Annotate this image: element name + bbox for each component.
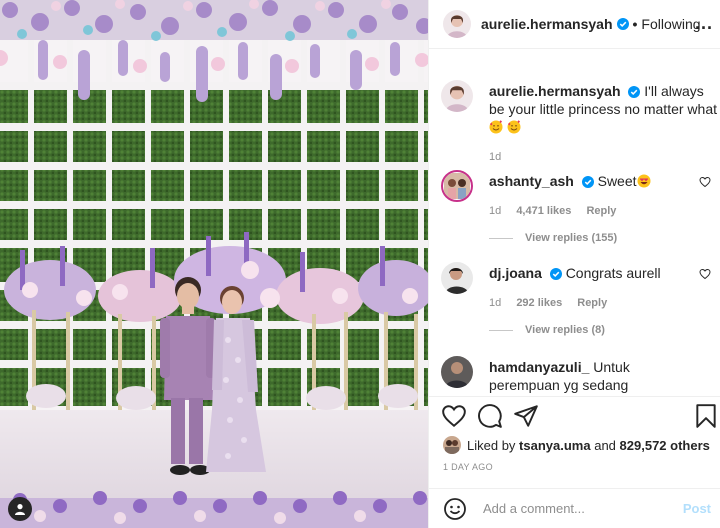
comment-text: Congrats aurell bbox=[565, 265, 661, 281]
add-comment-input[interactable]: Add a comment... bbox=[483, 501, 683, 516]
likes-others-count[interactable]: 829,572 others bbox=[620, 438, 710, 453]
caption-age: 1d bbox=[489, 151, 502, 163]
share-icon[interactable] bbox=[513, 403, 539, 429]
reply-button[interactable]: Reply bbox=[586, 205, 616, 217]
comment-age: 1d bbox=[489, 205, 502, 217]
smiling-face-with-hearts-emoji-icon bbox=[507, 120, 521, 134]
verified-icon bbox=[581, 176, 594, 188]
actions-divider bbox=[429, 396, 720, 397]
likes-connector: and bbox=[594, 437, 616, 453]
post-actions-bar bbox=[429, 403, 720, 431]
post-detail-panel: aurelie.hermansyah • Following ... aurel… bbox=[428, 0, 720, 528]
heart-icon[interactable] bbox=[441, 403, 467, 429]
commenter-avatar-image bbox=[441, 356, 473, 388]
user-tag-button[interactable] bbox=[8, 497, 32, 521]
comment-item: ashanty_ash Sweet 1d 4,471 likes Reply bbox=[441, 170, 711, 220]
verified-icon bbox=[628, 86, 641, 98]
caption-meta: 1d bbox=[489, 148, 719, 166]
commenter-avatar[interactable] bbox=[441, 262, 473, 294]
author-avatar[interactable] bbox=[443, 10, 471, 38]
view-replies-button[interactable]: View replies (8) bbox=[489, 324, 605, 336]
post-header: aurelie.hermansyah • Following ... bbox=[429, 0, 720, 48]
user-tag-icon bbox=[15, 504, 25, 515]
comment-meta: 1d 292 likes Reply bbox=[489, 294, 697, 312]
wedding-photo-image bbox=[0, 0, 428, 528]
comment-text: Sweet bbox=[597, 173, 637, 189]
comment-icon[interactable] bbox=[477, 403, 503, 429]
post-photo[interactable] bbox=[0, 0, 428, 528]
author-avatar-image bbox=[443, 10, 471, 38]
caption: aurelie.hermansyah I'll always be your l… bbox=[441, 80, 717, 163]
header-divider bbox=[429, 48, 720, 49]
commenter-avatar-image bbox=[444, 173, 470, 199]
comment-like-heart-icon[interactable] bbox=[699, 268, 711, 280]
author-username[interactable]: aurelie.hermansyah bbox=[481, 16, 613, 32]
first-liker-username[interactable]: tsanya.uma bbox=[519, 438, 591, 453]
liker-avatar-image bbox=[443, 436, 461, 454]
caption-author-avatar[interactable] bbox=[441, 80, 473, 112]
caption-avatar-image bbox=[441, 80, 473, 112]
likes-summary: Liked by tsanya.uma and 829,572 others bbox=[443, 436, 710, 454]
bookmark-icon[interactable] bbox=[695, 403, 717, 429]
liker-avatar[interactable] bbox=[443, 436, 461, 454]
view-replies-button[interactable]: View replies (155) bbox=[489, 232, 617, 244]
post-time-ago[interactable]: 1 DAY AGO bbox=[443, 462, 493, 472]
view-replies-label: View replies (155) bbox=[525, 232, 618, 244]
comment-meta: 1d 4,471 likes Reply bbox=[489, 202, 697, 220]
likes-prefix: Liked by bbox=[467, 437, 516, 453]
header-separator-dot: • bbox=[632, 16, 638, 32]
add-comment-bar: Add a comment... Post bbox=[429, 489, 720, 528]
following-button[interactable]: Following bbox=[641, 16, 700, 32]
commenter-avatar-image bbox=[441, 262, 473, 294]
smiling-face-with-hearts-emoji-icon bbox=[489, 120, 503, 134]
view-replies-line bbox=[489, 237, 513, 239]
commenter-avatar[interactable] bbox=[441, 356, 473, 388]
more-options-button[interactable]: ... bbox=[695, 14, 713, 32]
view-replies-line bbox=[489, 329, 513, 331]
comment-username[interactable]: dj.joana bbox=[489, 265, 542, 281]
heart-eyes-emoji-icon bbox=[637, 174, 651, 188]
comment-likes-count[interactable]: 292 likes bbox=[516, 297, 562, 309]
comment-age: 1d bbox=[489, 297, 502, 309]
comment-username[interactable]: hamdanyazuli_ bbox=[489, 359, 589, 375]
smile-icon[interactable] bbox=[443, 497, 467, 521]
commenter-avatar[interactable] bbox=[441, 170, 473, 202]
comment-username[interactable]: ashanty_ash bbox=[489, 173, 574, 189]
caption-username[interactable]: aurelie.hermansyah bbox=[489, 83, 621, 99]
view-replies-label: View replies (8) bbox=[525, 324, 605, 336]
verified-icon bbox=[616, 18, 629, 30]
post-comment-button[interactable]: Post bbox=[683, 501, 711, 516]
comment-item: hamdanyazuli_ Untuk perempuan yg sedang … bbox=[441, 356, 711, 396]
verified-icon bbox=[549, 268, 562, 280]
comment-likes-count[interactable]: 4,471 likes bbox=[516, 205, 571, 217]
reply-button[interactable]: Reply bbox=[577, 297, 607, 309]
comment-item: dj.joana Congrats aurell 1d 292 likes Re… bbox=[441, 262, 711, 312]
comment-like-heart-icon[interactable] bbox=[699, 176, 711, 188]
